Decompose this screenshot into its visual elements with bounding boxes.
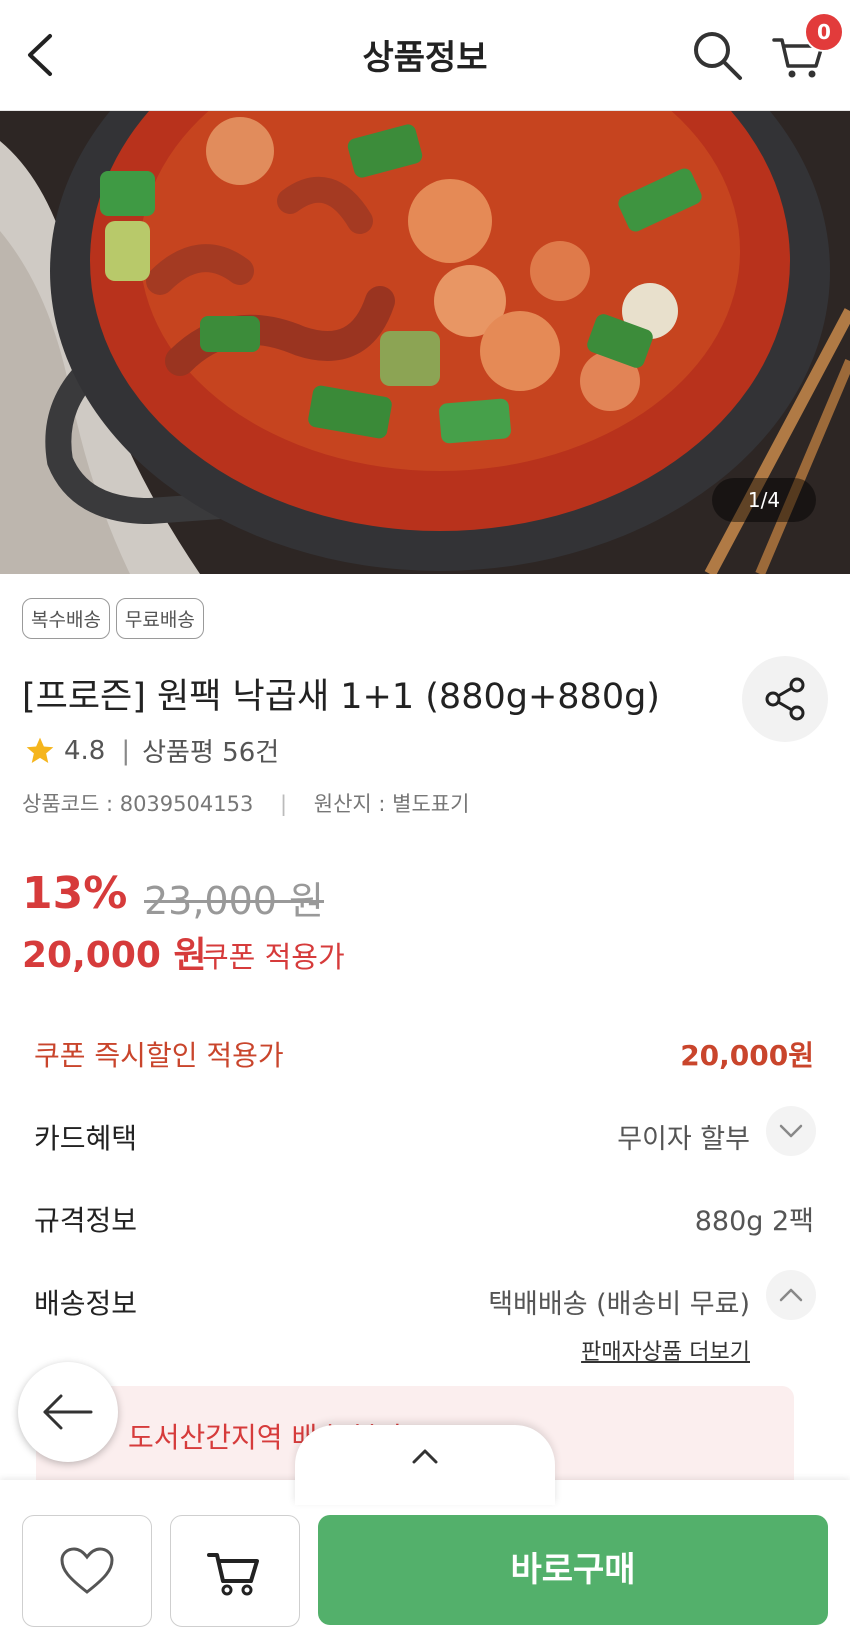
sale-price: 20,000 원 <box>22 935 207 976</box>
product-meta: 상품코드 : 8039504153 | 원산지 : 별도표기 <box>22 788 469 818</box>
seller-products-link[interactable]: 판매자상품 더보기 <box>581 1334 750 1366</box>
heart-icon <box>60 1547 114 1594</box>
image-counter: 1/4 <box>712 478 816 522</box>
product-code: 상품코드 : 8039504153 <box>22 792 254 816</box>
chevron-up-icon <box>412 1449 438 1464</box>
review-count: 상품평 56건 <box>142 738 280 768</box>
shipping-tags: 복수배송 무료배송 <box>22 598 204 639</box>
spec-info-label: 규격정보 <box>34 1204 138 1237</box>
top-app-bar: 상품정보 0 <box>0 0 850 111</box>
shipping-info-label: 배송정보 <box>34 1287 138 1320</box>
search-button[interactable] <box>690 28 744 82</box>
card-benefit-toggle[interactable] <box>766 1106 816 1156</box>
arrow-left-icon <box>43 1394 93 1430</box>
rating-summary[interactable]: 4.8 | 상품평 56건 <box>24 732 279 769</box>
search-icon <box>694 32 742 80</box>
add-to-cart-button[interactable] <box>170 1515 300 1627</box>
meta-divider: | <box>280 792 288 816</box>
rating-divider: | <box>121 735 131 766</box>
coupon-discount-label: 쿠폰 즉시할인 적용가 <box>34 1039 284 1072</box>
tag-free-delivery: 무료배송 <box>115 598 204 639</box>
cart-count-badge: 0 <box>804 12 844 52</box>
buy-now-button[interactable]: 바로구매 <box>318 1515 828 1625</box>
rating-value: 4.8 <box>64 735 106 766</box>
spec-info-value: 880g 2팩 <box>694 1206 814 1237</box>
original-price: 23,000 원 <box>144 879 325 923</box>
tag-multi-delivery: 복수배송 <box>22 598 110 639</box>
discount-rate: 13% <box>22 868 128 919</box>
card-benefit-label: 카드혜택 <box>34 1122 138 1155</box>
product-title: [프로즌] 원팩 낙곱새 1+1 (880g+880g) <box>22 677 660 717</box>
shipping-info-toggle[interactable] <box>766 1270 816 1320</box>
star-icon <box>26 737 54 763</box>
coupon-price-label: 쿠폰 적용가 <box>202 940 345 974</box>
origin-info: 원산지 : 별도표기 <box>313 792 470 816</box>
share-button[interactable] <box>742 656 828 742</box>
floating-back-button[interactable] <box>18 1362 118 1462</box>
product-image[interactable]: 1/4 <box>0 111 850 574</box>
coupon-discount-value: 20,000원 <box>680 1039 814 1072</box>
card-benefit-value: 무이자 할부 <box>617 1124 750 1155</box>
expand-sheet-handle[interactable] <box>295 1425 555 1505</box>
share-icon <box>765 677 805 721</box>
shipping-info-value: 택배배송 (배송비 무료) <box>488 1289 750 1320</box>
cart-icon <box>207 1553 259 1596</box>
chevron-down-icon <box>779 1124 803 1138</box>
chevron-up-icon <box>779 1288 803 1302</box>
wishlist-button[interactable] <box>22 1515 152 1627</box>
